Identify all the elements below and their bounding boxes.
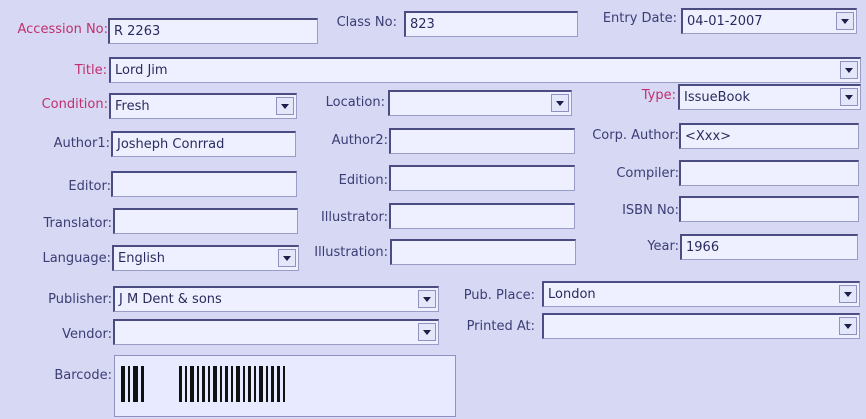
entry-date-dropdown[interactable]: 04-01-2007 — [681, 8, 857, 34]
type-label: Type: — [641, 88, 676, 103]
illustrator-label: Illustrator: — [320, 210, 388, 225]
chevron-down-icon[interactable] — [839, 317, 857, 335]
illustrator-field[interactable] — [389, 203, 575, 229]
illustration-label: Illustration: — [314, 245, 388, 260]
translator-label: Translator: — [43, 216, 112, 231]
compiler-label: Compiler: — [616, 166, 679, 181]
accession-field[interactable]: R 2263 — [108, 18, 318, 44]
publisher-label: Publisher: — [48, 292, 112, 307]
chevron-down-icon[interactable] — [278, 249, 296, 267]
printed-at-dropdown[interactable] — [542, 313, 860, 339]
author2-field[interactable] — [389, 128, 575, 154]
type-value: IssueBook — [684, 90, 750, 105]
barcode-image — [114, 355, 456, 417]
illustration-field[interactable] — [390, 239, 576, 265]
barcode-label: Barcode: — [54, 368, 112, 383]
type-dropdown[interactable]: IssueBook — [678, 84, 861, 110]
isbn-field[interactable] — [679, 196, 859, 222]
entry-date-label: Entry Date: — [602, 11, 677, 26]
chevron-down-icon[interactable] — [276, 97, 294, 115]
author2-label: Author2: — [331, 133, 388, 148]
compiler-field[interactable] — [679, 160, 859, 186]
class-field[interactable]: 823 — [404, 11, 578, 37]
language-value: English — [118, 251, 165, 266]
pub-place-label: Pub. Place: — [463, 288, 535, 303]
chevron-down-icon[interactable] — [840, 88, 858, 106]
author1-field[interactable]: Josheph Conrrad — [111, 131, 296, 157]
pub-place-dropdown[interactable]: London — [542, 281, 860, 307]
title-value: Lord Jim — [115, 63, 168, 78]
language-label: Language: — [42, 251, 111, 266]
condition-label: Condition: — [41, 97, 108, 112]
chevron-down-icon[interactable] — [839, 285, 857, 303]
condition-value: Fresh — [115, 99, 150, 114]
condition-dropdown[interactable]: Fresh — [109, 93, 297, 119]
language-dropdown[interactable]: English — [112, 245, 299, 271]
publisher-value: J M Dent & sons — [119, 292, 222, 307]
year-label: Year: — [647, 239, 679, 254]
vendor-dropdown[interactable] — [113, 319, 439, 345]
translator-field[interactable] — [113, 208, 298, 234]
chevron-down-icon[interactable] — [840, 61, 858, 79]
printed-at-label: Printed At: — [466, 319, 535, 334]
edition-field[interactable] — [389, 165, 575, 191]
publisher-dropdown[interactable]: J M Dent & sons — [113, 286, 439, 312]
pub-place-value: London — [548, 287, 596, 302]
corp-author-label: Corp. Author: — [592, 128, 679, 143]
editor-field[interactable] — [111, 171, 297, 197]
vendor-label: Vendor: — [62, 327, 112, 342]
editor-label: Editor: — [68, 179, 111, 194]
author1-label: Author1: — [53, 136, 110, 151]
entry-date-value: 04-01-2007 — [687, 14, 763, 29]
corp-author-field[interactable]: <Xxx> — [679, 123, 859, 149]
isbn-label: ISBN No: — [622, 203, 679, 218]
barcode-bars — [115, 356, 455, 416]
title-label: Title: — [74, 63, 107, 78]
accession-label: Accession No: — [17, 22, 109, 37]
edition-label: Edition: — [338, 173, 388, 188]
chevron-down-icon[interactable] — [418, 290, 436, 308]
location-dropdown[interactable] — [388, 90, 572, 116]
year-field[interactable]: 1966 — [680, 234, 858, 260]
location-label: Location: — [325, 95, 385, 110]
class-label: Class No: — [336, 15, 397, 30]
chevron-down-icon[interactable] — [836, 12, 854, 30]
chevron-down-icon[interactable] — [418, 323, 436, 341]
title-dropdown[interactable]: Lord Jim — [109, 57, 861, 83]
chevron-down-icon[interactable] — [551, 94, 569, 112]
